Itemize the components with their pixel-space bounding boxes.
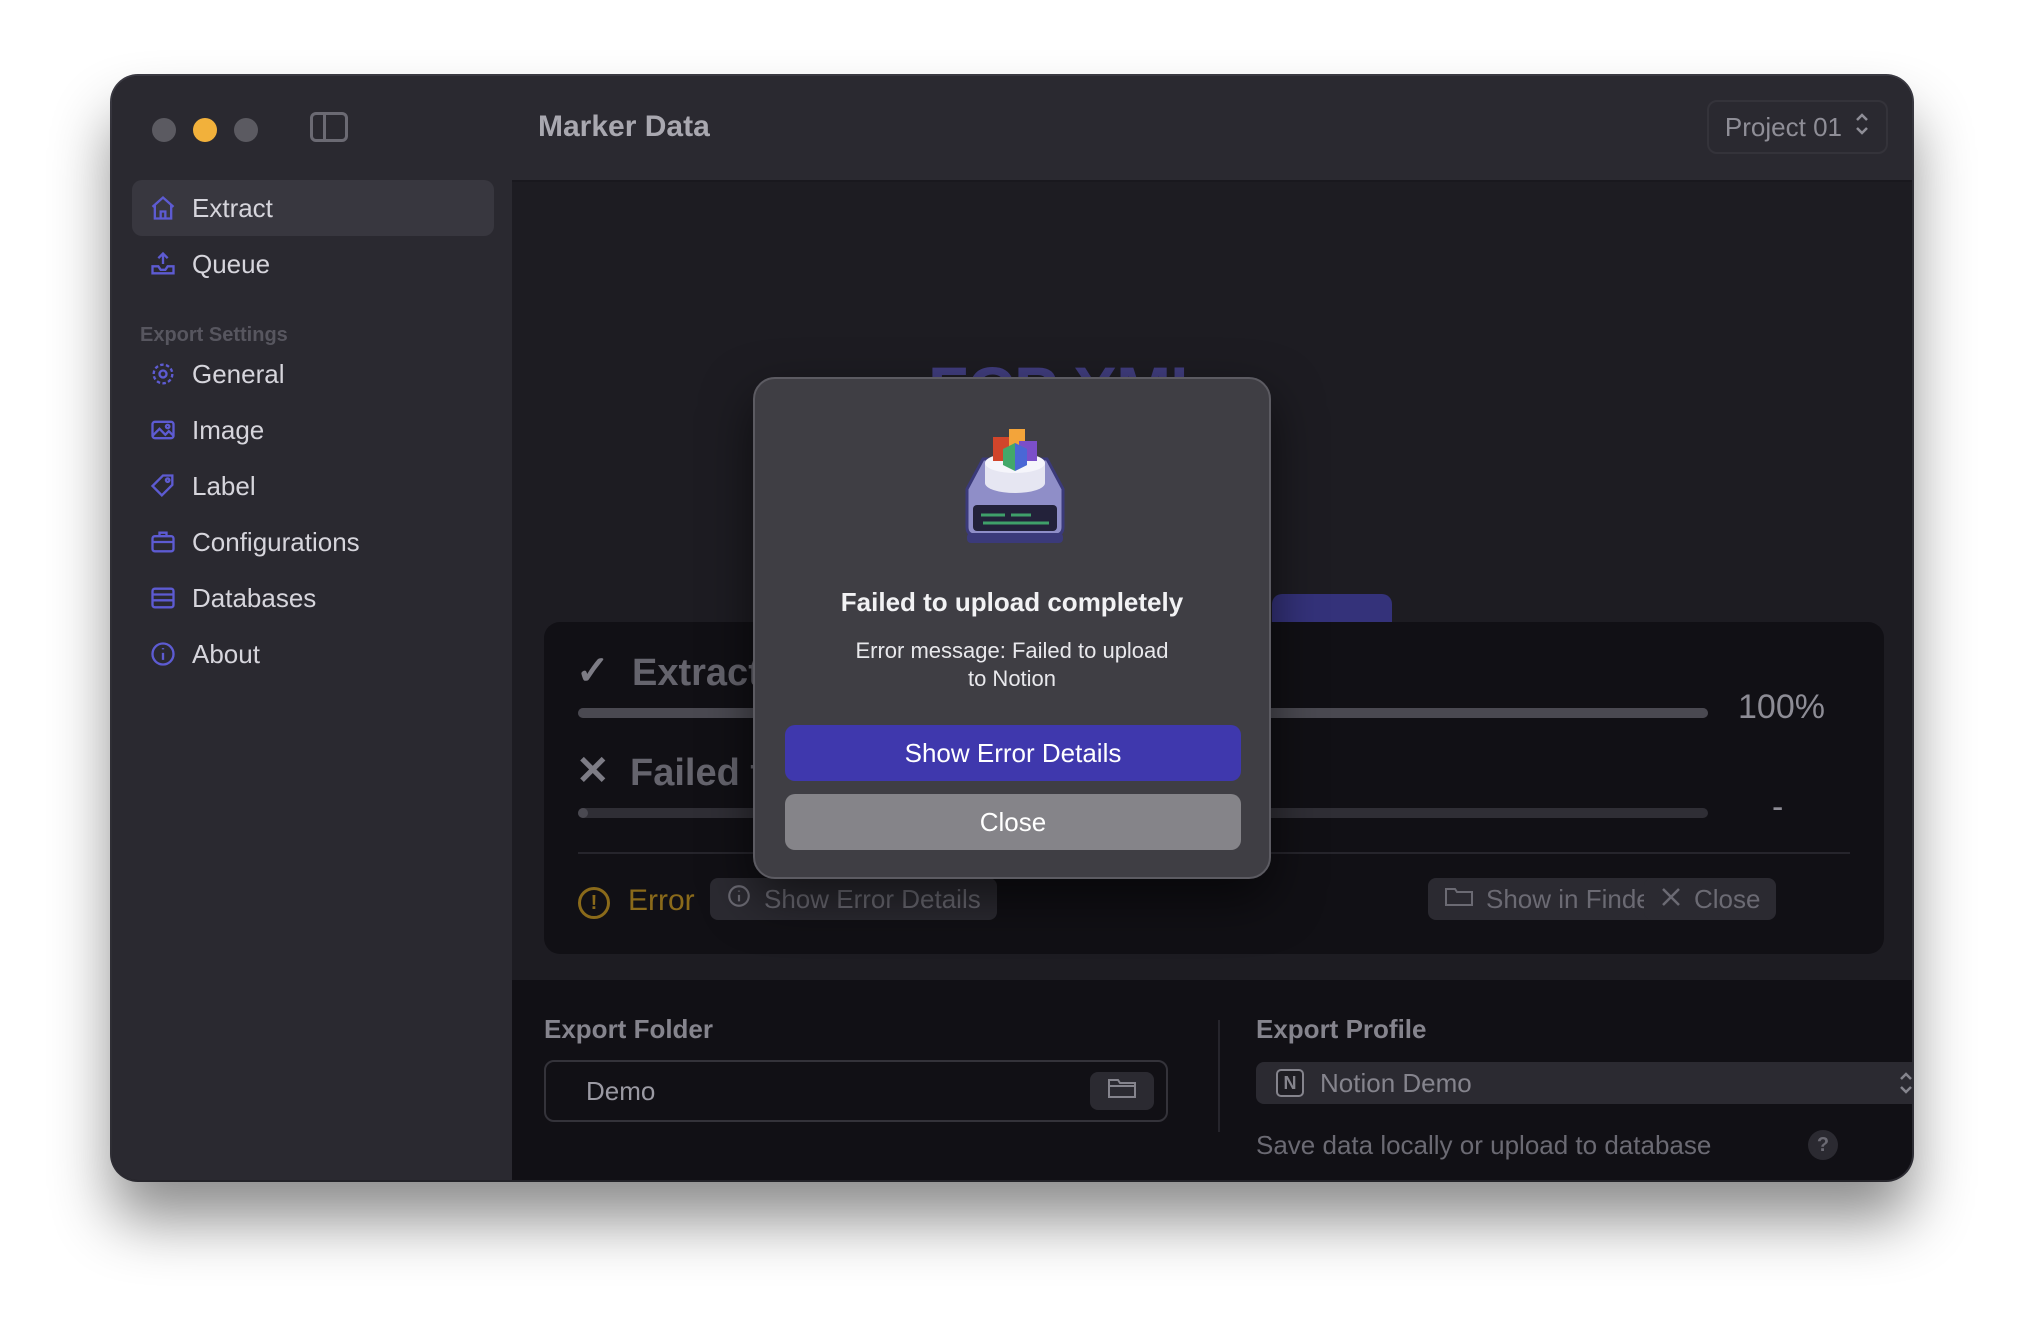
- page-title: Marker Data: [538, 110, 710, 143]
- folder-icon: [1444, 883, 1474, 916]
- sidebar-item-about[interactable]: About: [132, 626, 494, 682]
- sidebar-item-label: About: [192, 638, 260, 669]
- sidebar-item-label: Configurations: [192, 526, 360, 557]
- minimize-window-button[interactable]: [193, 118, 217, 142]
- sidebar-item-databases[interactable]: Databases: [132, 570, 494, 626]
- status-error-label: Error: [628, 884, 695, 917]
- button-label: Close: [1694, 883, 1761, 914]
- progress-bar-upload-fill: [578, 808, 588, 818]
- sidebar-item-extract[interactable]: Extract: [132, 180, 494, 236]
- notion-icon: N: [1276, 1069, 1304, 1097]
- gear-icon: [148, 359, 178, 389]
- show-error-details-button[interactable]: Show Error Details: [785, 725, 1241, 781]
- info-icon: [726, 883, 752, 916]
- sidebar-item-label: Image: [192, 414, 265, 445]
- progress-row-extract-label: Extract: [632, 652, 761, 694]
- project-selector-value: Project 01: [1724, 111, 1842, 142]
- tray-upload-icon: [148, 249, 178, 279]
- chevron-up-down-icon: [1854, 110, 1870, 145]
- sidebar-item-label: Queue: [192, 248, 271, 279]
- button-label: Show Error Details: [764, 883, 981, 914]
- dialog-message-line: Error message: Failed to upload: [855, 638, 1169, 663]
- export-profile-label: Export Profile: [1256, 1014, 1427, 1044]
- progress-percent-upload: -: [1772, 788, 1784, 826]
- close-window-button[interactable]: [152, 118, 176, 142]
- project-selector[interactable]: Project 01: [1706, 100, 1888, 154]
- x-mark-icon: ✕: [576, 749, 610, 793]
- app-icon: [953, 419, 1077, 549]
- export-profile-help-text: Save data locally or upload to database: [1256, 1130, 1712, 1160]
- show-in-finder-button[interactable]: Show in Finder: [1428, 878, 1676, 920]
- folder-icon: [1107, 1076, 1137, 1107]
- sidebar-item-image[interactable]: Image: [132, 402, 494, 458]
- info-icon: [148, 639, 178, 669]
- traffic-lights: [152, 118, 258, 142]
- titlebar: Marker Data Project 01: [512, 76, 1912, 182]
- chevron-up-down-icon: [1898, 1069, 1912, 1104]
- progress-row-upload-label: Failed t: [630, 752, 764, 794]
- close-icon: [1660, 884, 1682, 915]
- show-error-details-button[interactable]: Show Error Details: [710, 878, 997, 920]
- sidebar-item-text: Label: [192, 470, 256, 501]
- section-label-export-settings: Export Settings: [140, 324, 288, 346]
- sidebar-item-general[interactable]: General: [132, 346, 494, 402]
- dialog-title: Failed to upload completely: [840, 587, 1184, 617]
- dialog-message: Error message: Failed to upload to Notio…: [835, 637, 1189, 693]
- export-profile-select[interactable]: N Notion Demo: [1256, 1062, 1912, 1104]
- export-footer: Export Folder Demo Export Profile N Noti…: [512, 980, 1912, 1180]
- choose-folder-button[interactable]: [1090, 1072, 1154, 1110]
- checkmark-icon: ✓: [576, 649, 610, 693]
- sidebar-item-configurations[interactable]: Configurations: [132, 514, 494, 570]
- sidebar-item-label[interactable]: Label: [132, 458, 494, 514]
- zoom-window-button[interactable]: [234, 118, 258, 142]
- sidebar: Extract Queue Export Settings General Im…: [112, 76, 514, 1180]
- warning-circle-icon: !: [578, 887, 610, 919]
- export-folder-field[interactable]: Demo: [544, 1060, 1168, 1122]
- sidebar-item-label: General: [192, 358, 285, 389]
- error-alert-dialog: Failed to upload completely Error messag…: [753, 377, 1271, 879]
- tag-icon: [148, 471, 178, 501]
- export-profile-value: Notion Demo: [1320, 1067, 1472, 1098]
- database-icon: [148, 583, 178, 613]
- divider: [1218, 1020, 1220, 1132]
- export-folder-label: Export Folder: [544, 1014, 714, 1044]
- house-icon: [148, 193, 178, 223]
- button-label: Show in Finder: [1486, 883, 1660, 914]
- export-folder-value: Demo: [586, 1075, 656, 1106]
- sidebar-item-label: Databases: [192, 582, 317, 613]
- close-progress-button[interactable]: Close: [1644, 878, 1777, 920]
- sidebar-item-label: Extract: [192, 192, 273, 223]
- close-button[interactable]: Close: [785, 794, 1241, 850]
- photo-icon: [148, 415, 178, 445]
- help-button[interactable]: ?: [1808, 1130, 1838, 1160]
- progress-percent-extract: 100%: [1738, 688, 1825, 726]
- briefcase-icon: [148, 527, 178, 557]
- dialog-message-line: to Notion: [967, 666, 1057, 691]
- sidebar-toggle-icon[interactable]: [310, 112, 348, 142]
- sidebar-item-queue[interactable]: Queue: [132, 236, 494, 292]
